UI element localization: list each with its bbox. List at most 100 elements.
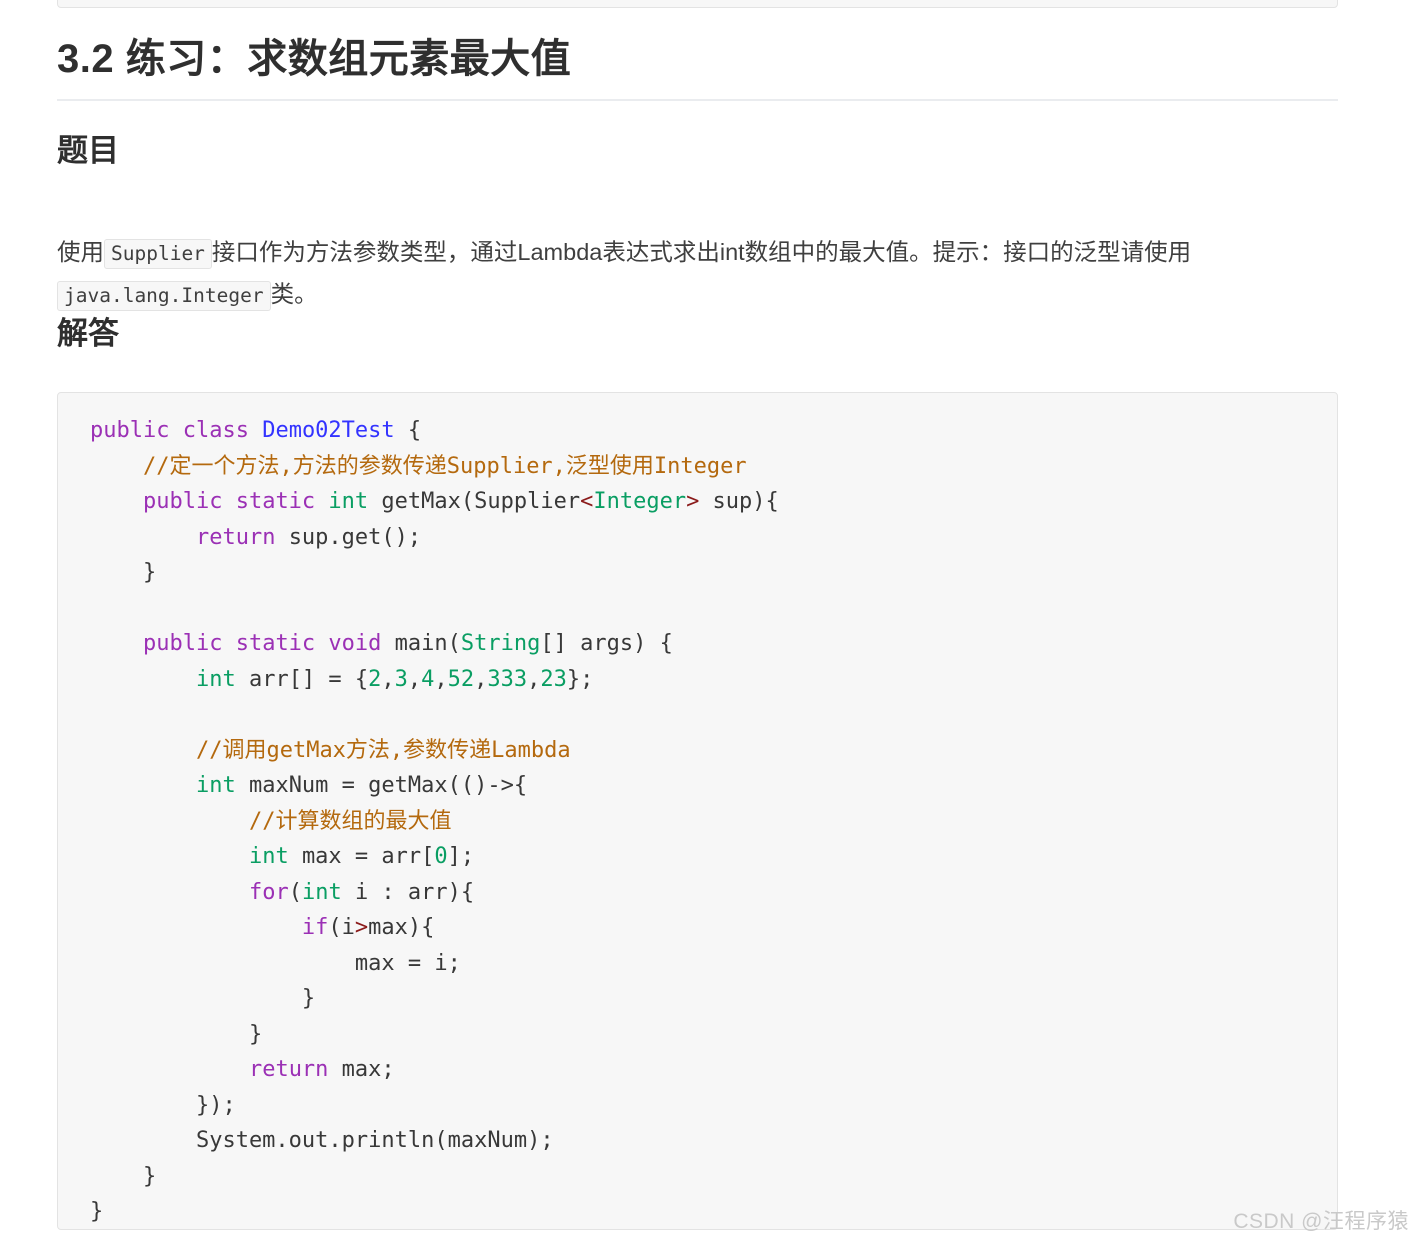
code-token-pl: } <box>90 986 316 1011</box>
code-token-pl: System.out.println(maxNum); <box>90 1128 554 1153</box>
code-token-num: 23 <box>540 666 567 692</box>
code-token-pl: } <box>90 560 157 585</box>
code-line: public static int getMax(Supplier<Intege… <box>90 484 1337 520</box>
question-paragraph: 使用 Supplier 接口作为方法参数类型，通过Lambda表达式求出int数组中… <box>57 232 1319 316</box>
code-line: max = i; <box>90 946 1337 982</box>
code-token-type: String <box>460 631 541 656</box>
code-token-pl: getMax(Supplier <box>381 489 581 514</box>
code-content: public class Demo02Test { //定一个方法,方法的参数传… <box>58 393 1337 1229</box>
code-token-num: 0 <box>434 844 448 869</box>
code-token-pl: i : arr){ <box>354 879 475 905</box>
code-token-pl: , <box>381 666 395 692</box>
code-token-pl: sup){ <box>699 489 779 514</box>
code-token-type: int <box>301 879 355 905</box>
code-line: public static void main(String[] args) { <box>90 626 1337 662</box>
code-token-type: int <box>248 844 302 869</box>
page-title: 3.2 练习：求数组元素最大值 <box>57 37 572 81</box>
code-token-pl: max = i; <box>90 950 461 976</box>
code-token-type: int <box>195 666 249 692</box>
csdn-watermark: CSDN @汪程序猿 <box>1233 1210 1409 1233</box>
code-token-type: Integer <box>593 489 687 514</box>
code-token-pl: } <box>90 1021 263 1047</box>
code-token-pl: (i <box>328 915 355 940</box>
code-token-pl: , <box>527 666 541 692</box>
code-token-num: 333 <box>487 666 528 692</box>
code-token-cmt: //计算数组的最大值 <box>248 808 452 834</box>
code-token-pl: } <box>90 1163 157 1189</box>
code-token-pl: max = arr[ <box>301 844 435 869</box>
section-heading-answer: 解答 <box>57 316 119 351</box>
code-token-num: 2 <box>368 666 382 692</box>
code-line: //计算数组的最大值 <box>90 804 1337 840</box>
code-token-pl: main( <box>394 631 461 656</box>
code-line: int max = arr[0]; <box>90 839 1337 875</box>
code-token-kw: static <box>235 489 329 514</box>
inline-code-java-lang-integer: java.lang.Integer <box>57 280 271 311</box>
code-token-pl: , <box>407 666 422 692</box>
code-token-pl: arr[] = { <box>248 666 369 692</box>
code-line: } <box>90 981 1337 1017</box>
code-token-pl: maxNum = getMax(()->{ <box>248 773 528 798</box>
code-token-pl: ( <box>288 879 302 905</box>
code-token-pl: [] args) { <box>540 631 673 656</box>
code-root: public class Demo02Test { //定一个方法,方法的参数传… <box>90 413 1337 1229</box>
code-token-cmt: //定一个方法,方法的参数传递Supplier,泛型使用Integer <box>142 453 747 479</box>
question-text-2: 接口作为方法参数类型，通过Lambda表达式求出int数组中的最大值。提示：接口… <box>211 238 1192 265</box>
code-token-kw: public <box>142 489 236 514</box>
code-token-pl: } <box>90 1199 104 1224</box>
code-line: //调用getMax方法,参数传递Lambda <box>90 733 1337 769</box>
code-token-pl: max; <box>341 1057 395 1082</box>
code-block-java[interactable]: public class Demo02Test { //定一个方法,方法的参数传… <box>57 392 1338 1230</box>
code-token-pl: max){ <box>368 915 435 940</box>
code-token-kw: public <box>142 631 236 656</box>
section-heading-question: 题目 <box>57 133 119 168</box>
code-line: public class Demo02Test { <box>90 413 1337 449</box>
previous-code-block-partial <box>57 0 1338 8</box>
code-token-kw: public <box>90 418 183 443</box>
code-line: } <box>90 555 1337 591</box>
code-token-kw: if <box>301 915 329 940</box>
code-token-pl: sup.get(); <box>288 524 422 550</box>
code-token-op: < <box>580 489 594 514</box>
code-token-op: > <box>354 915 369 940</box>
question-text-1: 使用 <box>57 238 104 265</box>
code-token-num: 52 <box>447 666 475 692</box>
code-line: } <box>90 1017 1337 1053</box>
code-token-type: int <box>195 773 249 798</box>
code-token-kw: void <box>328 631 395 656</box>
code-token-kw: class <box>182 418 263 443</box>
code-line: for(int i : arr){ <box>90 875 1337 911</box>
code-line: if(i>max){ <box>90 910 1337 946</box>
code-token-op: > <box>686 489 700 514</box>
code-line: System.out.println(maxNum); <box>90 1123 1337 1159</box>
code-token-cls: Demo02Test <box>262 418 395 443</box>
code-token-kw: return <box>195 524 289 550</box>
code-token-num: 3 <box>394 666 408 692</box>
code-line: } <box>90 1159 1337 1195</box>
code-line: //定一个方法,方法的参数传递Supplier,泛型使用Integer <box>90 449 1337 485</box>
code-line: return max; <box>90 1052 1337 1088</box>
code-line: int arr[] = {2,3,4,52,333,23}; <box>90 662 1337 698</box>
code-token-type: int <box>328 489 382 514</box>
code-line: }); <box>90 1088 1337 1124</box>
code-token-kw: static <box>235 631 329 656</box>
code-token-pl: , <box>474 666 488 692</box>
code-token-num: 4 <box>421 666 435 692</box>
code-line: } <box>90 1194 1337 1229</box>
code-token-cmt: //调用getMax方法,参数传递Lambda <box>195 737 571 763</box>
code-token-pl: , <box>434 666 448 692</box>
